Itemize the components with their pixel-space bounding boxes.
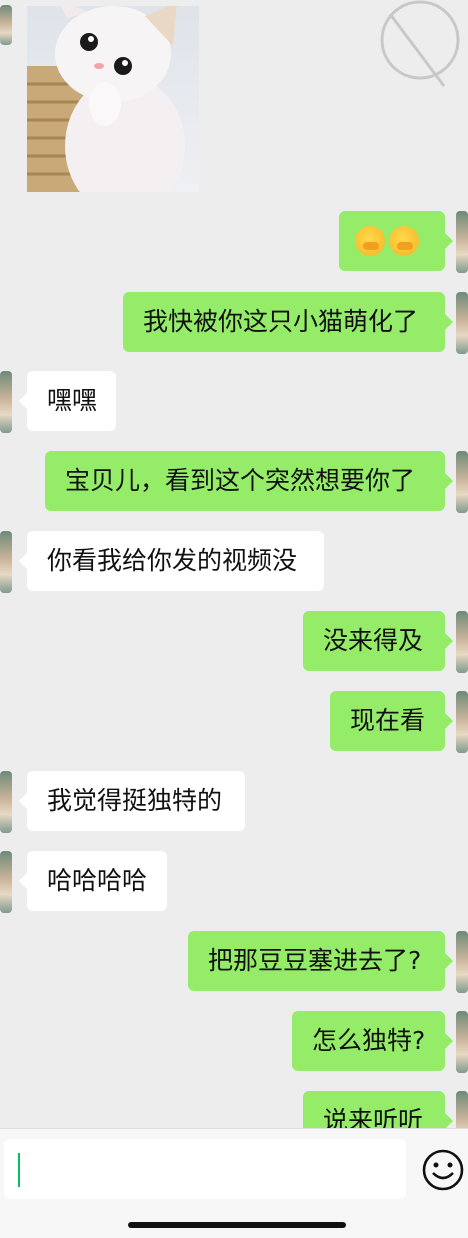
my-avatar[interactable] [456,211,468,273]
message-bubble-out[interactable]: 我快被你这只小猫萌化了 [123,292,453,352]
my-avatar[interactable] [456,1011,468,1073]
home-indicator[interactable] [128,1222,346,1228]
my-avatar[interactable] [456,931,468,993]
contact-avatar[interactable] [0,771,12,833]
smiley-icon[interactable] [420,1147,466,1193]
contact-avatar[interactable] [0,531,12,593]
my-avatar[interactable] [456,611,468,673]
message-input[interactable] [4,1139,406,1199]
message-bubble-out[interactable]: 把那豆豆塞进去了? [188,931,453,991]
contact-avatar[interactable] [0,851,12,913]
my-avatar[interactable] [456,1091,468,1128]
message-bubble-out[interactable]: 说来听听 [303,1091,453,1128]
hand-over-mouth-emoji [389,226,419,256]
hand-over-mouth-emoji [355,226,385,256]
my-avatar[interactable] [456,691,468,753]
contact-avatar[interactable] [0,5,12,45]
my-avatar[interactable] [456,451,468,513]
message-bubble-in[interactable]: 哈哈哈哈 [19,851,167,911]
kitten-photo[interactable] [27,6,199,192]
message-bubble-out[interactable]: 宝贝儿，看到这个突然想要你了 [45,451,453,511]
contact-avatar[interactable] [0,371,12,433]
message-bubble-in[interactable]: 你看我给你发的视频没 [19,531,324,591]
message-bubble-out[interactable]: 现在看 [330,691,453,751]
text-caret [18,1153,20,1187]
message-bubble-out[interactable]: 怎么独特? [292,1011,453,1071]
message-bubble-out[interactable] [339,211,453,271]
message-bubble-in[interactable]: 嘿嘿 [19,371,116,431]
chat-area: 我快被你这只小猫萌化了 嘿嘿 宝贝儿，看到这个突然想要你了 你看我给你发的视频没… [0,0,468,1128]
watermark-stamp [372,0,468,96]
message-bubble-out[interactable]: 没来得及 [303,611,453,671]
message-bubble-in[interactable]: 我觉得挺独特的 [19,771,245,831]
my-avatar[interactable] [456,292,468,354]
